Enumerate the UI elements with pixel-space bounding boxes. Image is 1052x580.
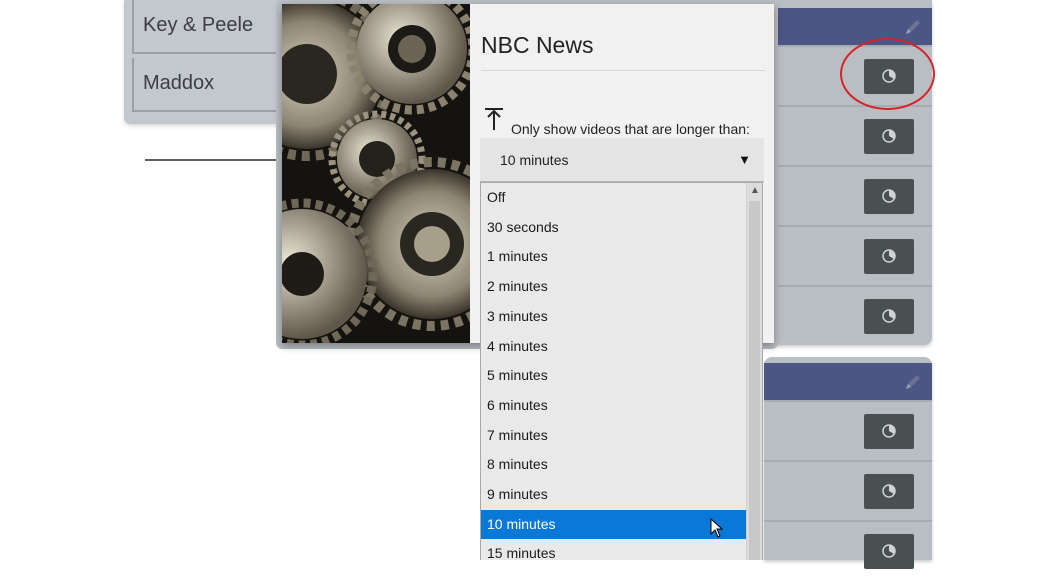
dropdown-option-selected[interactable]: 10 minutes	[481, 509, 747, 540]
dropdown-option[interactable]: Off	[481, 183, 747, 213]
history-icon	[882, 189, 896, 203]
channel-item-label: Key & Peele	[143, 14, 254, 36]
history-button[interactable]	[864, 474, 914, 509]
card-row	[764, 400, 932, 460]
card-row	[764, 225, 932, 285]
history-button[interactable]	[864, 119, 914, 154]
history-button[interactable]	[864, 414, 914, 449]
dropdown-option[interactable]: 7 minutes	[481, 421, 747, 451]
dropdown-option[interactable]: 1 minutes	[481, 242, 747, 272]
dropdown-option[interactable]: 9 minutes	[481, 480, 747, 510]
gears-image	[282, 4, 470, 343]
pencil-icon[interactable]	[902, 371, 924, 393]
history-button[interactable]	[864, 299, 914, 334]
dropdown-option[interactable]: 15 minutes	[481, 539, 747, 560]
duration-select-value: 10 minutes	[500, 152, 569, 168]
card-row	[764, 520, 932, 580]
card-row	[764, 460, 932, 520]
history-icon	[882, 309, 896, 323]
card-header	[764, 363, 932, 400]
title-divider	[481, 70, 765, 71]
channel-list: Key & Peele Maddox	[124, 0, 294, 124]
dropdown-scrollbar[interactable]: ▲	[746, 183, 762, 560]
history-button[interactable]	[864, 179, 914, 214]
scroll-up-arrow-icon[interactable]: ▲	[750, 185, 760, 196]
dropdown-option[interactable]: 6 minutes	[481, 391, 747, 421]
mouse-cursor-icon	[710, 518, 724, 538]
dropdown-option[interactable]: 5 minutes	[481, 361, 747, 391]
scrollbar-thumb[interactable]	[749, 201, 760, 560]
history-button[interactable]	[864, 534, 914, 569]
dropdown-option[interactable]: 2 minutes	[481, 272, 747, 302]
dropdown-option[interactable]: 4 minutes	[481, 332, 747, 362]
popup-title: NBC News	[481, 32, 594, 58]
history-icon	[882, 249, 896, 263]
dropdown-option[interactable]: 3 minutes	[481, 302, 747, 332]
history-icon	[882, 129, 896, 143]
highlight-circle	[840, 38, 935, 110]
pencil-icon[interactable]	[902, 16, 924, 38]
history-icon	[882, 544, 896, 558]
card-row	[764, 285, 932, 345]
channel-card	[764, 357, 932, 569]
history-icon	[882, 484, 896, 498]
duration-dropdown-list: Off 30 seconds 1 minutes 2 minutes 3 min…	[480, 182, 763, 560]
card-header	[764, 8, 932, 45]
history-icon	[882, 424, 896, 438]
dropdown-option[interactable]: 8 minutes	[481, 450, 747, 480]
channel-item-label: Maddox	[143, 72, 215, 94]
card-row	[764, 105, 932, 165]
history-button[interactable]	[864, 239, 914, 274]
duration-filter-label: Only show videos that are longer than:	[511, 121, 750, 137]
channel-item-maddox[interactable]: Maddox	[132, 58, 288, 112]
dropdown-arrow-icon: ▼	[738, 152, 751, 167]
align-top-icon	[485, 108, 503, 130]
channel-item-key-and-peele[interactable]: Key & Peele	[132, 0, 288, 54]
duration-select[interactable]: 10 minutes ▼	[480, 138, 764, 182]
dropdown-option[interactable]: 30 seconds	[481, 213, 747, 243]
card-row	[764, 165, 932, 225]
divider	[145, 159, 285, 161]
